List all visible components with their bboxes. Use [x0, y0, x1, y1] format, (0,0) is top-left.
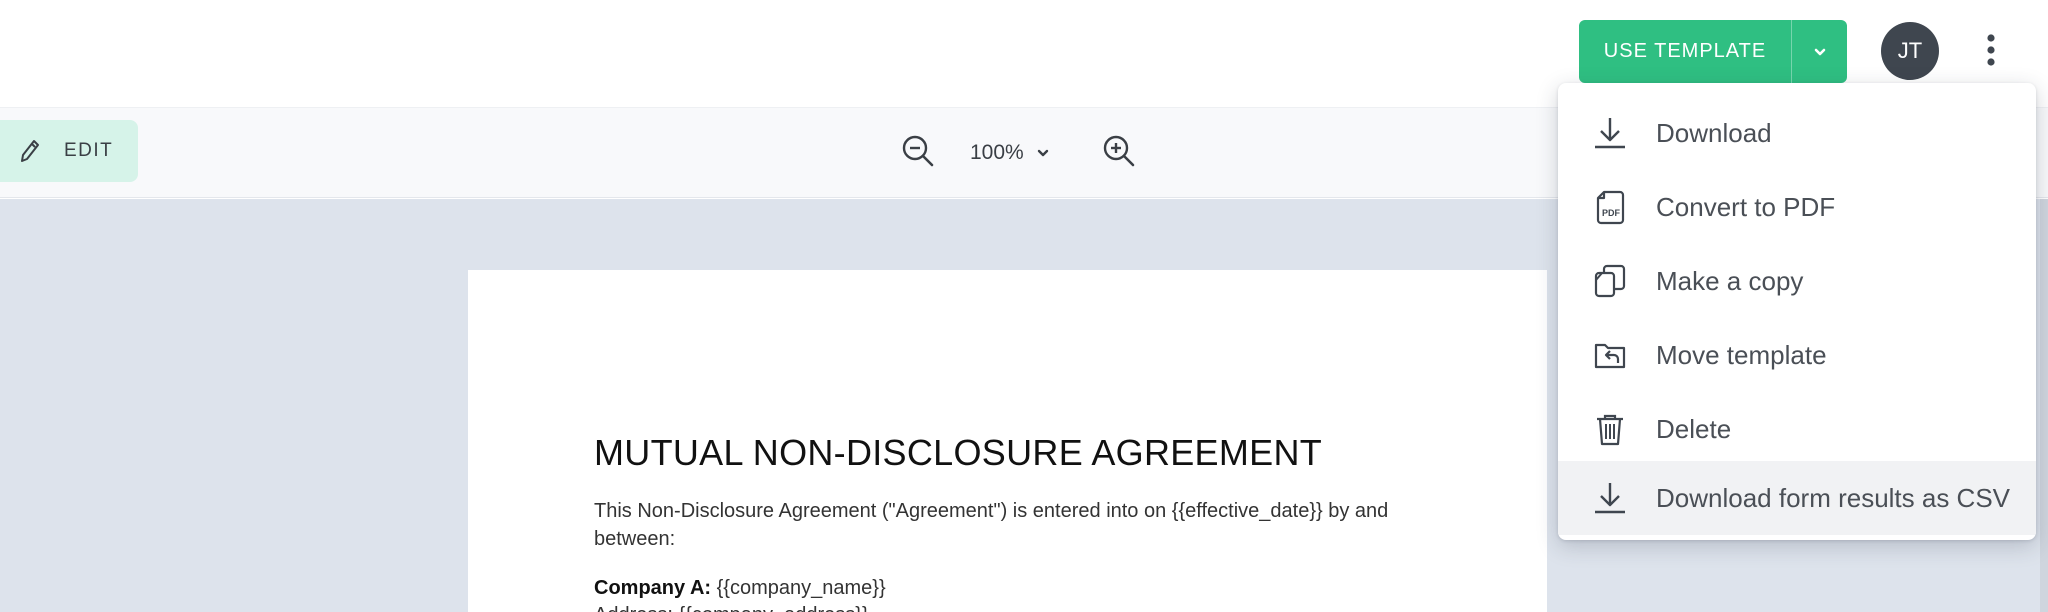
- menu-item-delete[interactable]: Delete: [1558, 392, 2036, 466]
- menu-item-label: Make a copy: [1656, 265, 1804, 296]
- svg-text:PDF: PDF: [1602, 208, 1621, 218]
- company-a-line: Company A: {{company_name}}: [594, 577, 886, 600]
- use-template-dropdown-toggle[interactable]: [1791, 20, 1847, 83]
- copy-icon: [1590, 261, 1630, 301]
- trash-icon: [1590, 409, 1630, 449]
- menu-item-label: Download form results as CSV: [1656, 482, 2011, 513]
- menu-item-label: Delete: [1656, 413, 1732, 444]
- chevron-down-icon: [1814, 48, 1825, 55]
- user-avatar[interactable]: JT: [1881, 22, 1939, 80]
- more-options-menu: Download PDF Convert to PDF Make a copy …: [1558, 83, 2036, 540]
- menu-item-convert-to-pdf[interactable]: PDF Convert to PDF: [1558, 170, 2036, 244]
- menu-item-download[interactable]: Download: [1558, 96, 2036, 170]
- address-line: Address: {{company_address}}: [594, 604, 869, 612]
- menu-item-label: Move template: [1656, 339, 1827, 370]
- menu-item-move-template[interactable]: Move template: [1558, 318, 2036, 392]
- zoom-out-icon: [902, 135, 934, 167]
- zoom-in-icon: [1103, 135, 1135, 167]
- chevron-down-icon: [1037, 149, 1048, 157]
- edit-button[interactable]: EDIT: [0, 120, 138, 182]
- document-title: MUTUAL NON-DISCLOSURE AGREEMENT: [594, 432, 1323, 473]
- pencil-icon: [21, 140, 39, 162]
- menu-item-download-form-results-csv[interactable]: Download form results as CSV: [1558, 461, 2036, 535]
- download-icon: [1590, 478, 1630, 518]
- scrollbar[interactable]: [2040, 199, 2048, 612]
- download-icon: [1590, 113, 1630, 153]
- edit-label: EDIT: [64, 140, 114, 161]
- kebab-menu-icon: [1987, 34, 1995, 66]
- zoom-in-button[interactable]: [1101, 133, 1139, 171]
- more-options-button[interactable]: [1975, 30, 2007, 70]
- move-folder-icon: [1590, 335, 1630, 375]
- menu-item-label: Download: [1656, 117, 1772, 148]
- company-a-label: Company A:: [594, 577, 712, 599]
- use-template-split-button: USE TEMPLATE: [1579, 20, 1847, 83]
- pdf-file-icon: PDF: [1590, 187, 1630, 227]
- document-intro: This Non-Disclosure Agreement ("Agreemen…: [594, 500, 1389, 550]
- zoom-level-select[interactable]: 100%: [970, 136, 1050, 170]
- use-template-button[interactable]: USE TEMPLATE: [1579, 20, 1791, 83]
- menu-item-label: Convert to PDF: [1656, 191, 1836, 222]
- zoom-out-button[interactable]: [900, 133, 938, 171]
- menu-item-make-a-copy[interactable]: Make a copy: [1558, 244, 2036, 318]
- company-a-value: {{company_name}}: [716, 577, 886, 599]
- zoom-level-value: 100%: [970, 141, 1024, 164]
